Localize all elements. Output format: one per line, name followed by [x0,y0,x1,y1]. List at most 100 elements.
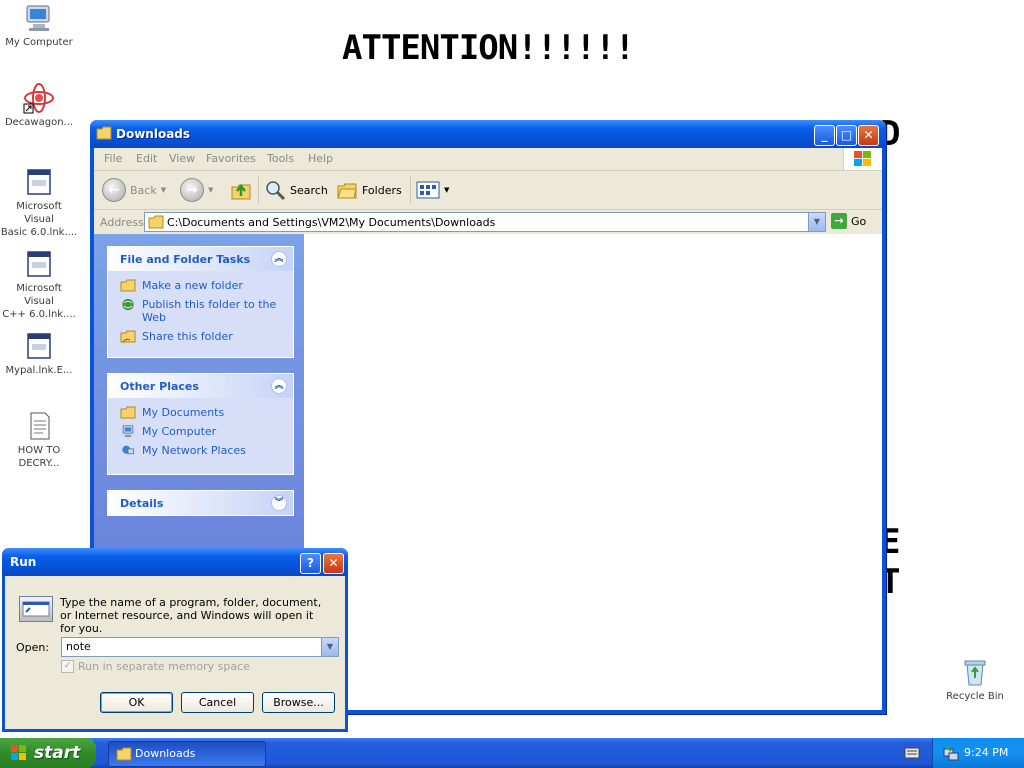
place-my-network-places[interactable]: My Network Places [108,444,282,457]
task-make-new-folder[interactable]: Make a new folder [108,279,282,292]
windows-logo [843,148,882,170]
recycle-bin-icon [964,660,986,686]
network-icon [122,445,135,455]
keyboard-icon[interactable] [904,747,920,759]
address-input[interactable]: C:\Documents and Settings\VM2\My Documen… [144,212,826,232]
folder-icon [148,215,164,229]
desktop-icon-decawagon[interactable]: Decawagon... [0,82,78,129]
menu-help[interactable]: Help [308,152,333,165]
up-folder-icon [231,183,251,200]
cancel-button[interactable]: Cancel [181,692,254,713]
folders-icon [337,183,357,199]
menu-file[interactable]: File [104,152,122,165]
taskbar-item-downloads[interactable]: Downloads [108,741,266,767]
run-description: Type the name of a program, folder, docu… [60,596,322,635]
taskbar: start Downloads 9:24 PM [0,738,1024,768]
checkbox-box[interactable]: ✓ [61,660,74,673]
go-label: Go [851,214,867,228]
checkbox-label: Run in separate memory space [78,660,250,673]
address-dropdown-button[interactable]: ▼ [808,213,825,231]
folders-label: Folders [362,183,402,197]
desktop-icon-label: Mypal.lnk.E... [5,365,73,376]
panel-header[interactable]: Details ︾ [108,491,293,515]
windows-flag-icon [854,151,871,166]
desktop-icon-vb6[interactable]: Microsoft Visual Basic 6.0.lnk.... [0,166,78,239]
browse-button[interactable]: Browse... [262,692,335,713]
computer-icon [122,425,134,438]
separate-memory-checkbox[interactable]: ✓ Run in separate memory space [61,660,250,673]
program-window-icon [27,251,51,277]
go-arrow-icon: → [831,213,847,229]
forward-button[interactable]: → ▼ [180,178,213,202]
explorer-title: Downloads [116,127,191,141]
text-document-icon [30,412,50,440]
ransom-title: ATTENTION!!!!!! [342,28,635,68]
menu-tools[interactable]: Tools [267,152,294,165]
menu-view[interactable]: View [169,152,195,165]
folder-icon [96,126,112,140]
up-folder-button[interactable] [230,178,252,202]
desktop-icon-how-to-decrypt[interactable]: HOW TO DECRY... [0,410,78,470]
menu-favorites[interactable]: Favorites [206,152,256,165]
close-button[interactable]: ✕ [323,553,344,574]
explorer-titlebar[interactable]: Downloads _ □ ✕ [90,120,886,148]
ok-button[interactable]: OK [100,692,173,713]
search-icon [266,181,286,201]
views-button[interactable]: ▼ [416,178,449,202]
minimize-button[interactable]: _ [814,125,835,146]
panel-header[interactable]: File and Folder Tasks ︽ [108,247,293,271]
windows-flag-icon [11,745,26,760]
desktop-icon-vcpp6[interactable]: Microsoft Visual C++ 6.0.lnk.... [0,248,78,321]
folders-button[interactable]: Folders [336,178,402,202]
folder-icon [116,747,132,761]
place-label: My Computer [142,425,217,438]
maximize-button[interactable]: □ [836,125,857,146]
panel-title: File and Folder Tasks [120,253,251,266]
close-button[interactable]: ✕ [858,125,879,146]
run-dialog[interactable]: Run ? ✕ Type the name of a program, fold… [2,548,348,732]
desktop-icon-label: Recycle Bin [946,691,1004,702]
standard-toolbar: ← Back ▼ → ▼ Search Folders ▼ [94,171,882,210]
menu-edit[interactable]: Edit [136,152,157,165]
back-label: Back [130,183,157,197]
task-share-folder[interactable]: Share this folder [108,330,282,343]
open-label: Open: [16,641,50,654]
clock[interactable]: 9:24 PM [964,746,1008,759]
collapse-icon[interactable]: ︽ [271,251,287,267]
start-button[interactable]: start [0,738,96,768]
desktop-icon-my-computer[interactable]: My Computer [0,2,78,49]
search-label: Search [290,183,328,197]
program-window-icon [27,333,51,359]
address-bar: Address C:\Documents and Settings\VM2\My… [94,210,882,235]
network-tray-icon[interactable] [943,745,959,761]
place-my-documents[interactable]: My Documents [108,406,282,419]
search-button[interactable]: Search [264,178,328,202]
run-title: Run [10,555,37,569]
panel-header[interactable]: Other Places ︽ [108,374,293,398]
new-folder-icon [120,279,136,292]
desktop-icon-mypal[interactable]: Mypal.lnk.E... [0,330,78,377]
place-my-computer[interactable]: My Computer [108,425,282,438]
chevron-down-icon: ▼ [160,186,167,194]
computer-icon [26,5,50,31]
task-publish-folder[interactable]: Publish this folder to the Web [108,298,282,324]
place-label: My Documents [142,406,225,419]
desktop-icon-label: Microsoft Visual C++ 6.0.lnk.... [2,283,76,320]
place-label: My Network Places [142,444,246,457]
run-program-icon [19,596,53,622]
go-button[interactable]: → Go [831,213,866,229]
collapse-icon[interactable]: ︽ [271,378,287,394]
back-button[interactable]: ← Back ▼ [102,178,166,202]
open-combobox[interactable]: note ▼ [61,637,339,657]
open-input-value[interactable]: note [66,640,91,653]
start-label: start [34,743,81,763]
desktop-icon-recycle-bin[interactable]: Recycle Bin [936,656,1014,703]
folder-content-area[interactable] [304,234,882,710]
run-titlebar[interactable]: Run ? ✕ [2,548,348,576]
help-button[interactable]: ? [300,553,321,574]
file-folder-tasks-panel: File and Folder Tasks ︽ Make a new folde… [107,246,294,358]
task-label: Make a new folder [142,279,243,292]
expand-icon[interactable]: ︾ [271,495,287,511]
open-dropdown-button[interactable]: ▼ [321,638,338,656]
address-path: C:\Documents and Settings\VM2\My Documen… [167,216,496,229]
